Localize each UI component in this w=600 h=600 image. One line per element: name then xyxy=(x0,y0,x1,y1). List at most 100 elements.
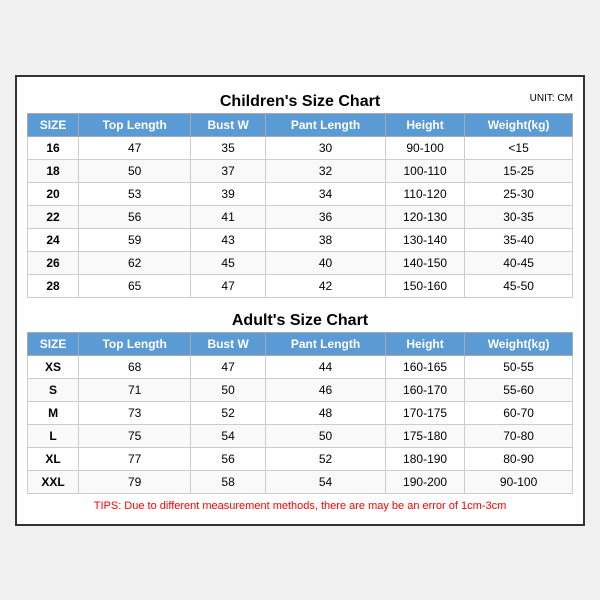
table-cell: 52 xyxy=(266,447,386,470)
table-cell: 180-190 xyxy=(385,447,464,470)
table-cell: 30-35 xyxy=(465,205,573,228)
table-cell: 48 xyxy=(266,401,386,424)
table-cell: XL xyxy=(28,447,79,470)
table-row: 22564136120-13030-35 xyxy=(28,205,573,228)
children-title-text: Children's Size Chart xyxy=(220,93,380,110)
table-row: 20533934110-12025-30 xyxy=(28,182,573,205)
table-cell: 50 xyxy=(191,378,266,401)
table-cell: 71 xyxy=(79,378,191,401)
table-cell: 26 xyxy=(28,251,79,274)
table-cell: 80-90 xyxy=(465,447,573,470)
table-cell: 100-110 xyxy=(385,159,464,182)
table-row: 24594338130-14035-40 xyxy=(28,228,573,251)
table-cell: 140-150 xyxy=(385,251,464,274)
table-cell: 50 xyxy=(79,159,191,182)
table-cell: 40-45 xyxy=(465,251,573,274)
children-col-bust-w: Bust W xyxy=(191,113,266,136)
table-cell: 68 xyxy=(79,355,191,378)
table-cell: 24 xyxy=(28,228,79,251)
table-cell: 59 xyxy=(79,228,191,251)
table-row: XS684744160-16550-55 xyxy=(28,355,573,378)
table-cell: 50 xyxy=(266,424,386,447)
table-cell: 120-130 xyxy=(385,205,464,228)
table-cell: 45-50 xyxy=(465,274,573,297)
table-cell: 60-70 xyxy=(465,401,573,424)
children-col-top-length: Top Length xyxy=(79,113,191,136)
table-row: 1647353090-100<15 xyxy=(28,136,573,159)
table-cell: 53 xyxy=(79,182,191,205)
table-cell: 47 xyxy=(191,274,266,297)
table-cell: 56 xyxy=(79,205,191,228)
table-cell: 22 xyxy=(28,205,79,228)
table-cell: 44 xyxy=(266,355,386,378)
children-title: Children's Size Chart UNIT: CM xyxy=(27,87,573,113)
table-cell: 47 xyxy=(79,136,191,159)
table-cell: 79 xyxy=(79,470,191,493)
unit-label: UNIT: CM xyxy=(530,93,573,104)
children-col-size: SIZE xyxy=(28,113,79,136)
adult-col-top-length: Top Length xyxy=(79,332,191,355)
tips-text: TIPS: Due to different measurement metho… xyxy=(27,494,573,514)
table-row: XXL795854190-20090-100 xyxy=(28,470,573,493)
table-cell: 56 xyxy=(191,447,266,470)
table-cell: 18 xyxy=(28,159,79,182)
table-cell: 90-100 xyxy=(465,470,573,493)
table-cell: L xyxy=(28,424,79,447)
children-table: SIZE Top Length Bust W Pant Length Heigh… xyxy=(27,113,573,298)
adult-col-weight: Weight(kg) xyxy=(465,332,573,355)
table-cell: 37 xyxy=(191,159,266,182)
table-cell: 36 xyxy=(266,205,386,228)
table-row: M735248170-17560-70 xyxy=(28,401,573,424)
table-cell: XS xyxy=(28,355,79,378)
adult-title: Adult's Size Chart xyxy=(27,306,573,332)
table-cell: 39 xyxy=(191,182,266,205)
table-cell: M xyxy=(28,401,79,424)
table-cell: 15-25 xyxy=(465,159,573,182)
table-cell: 20 xyxy=(28,182,79,205)
table-cell: 160-170 xyxy=(385,378,464,401)
table-cell: 77 xyxy=(79,447,191,470)
table-cell: 47 xyxy=(191,355,266,378)
table-cell: 58 xyxy=(191,470,266,493)
table-row: S715046160-17055-60 xyxy=(28,378,573,401)
table-cell: 62 xyxy=(79,251,191,274)
table-cell: 43 xyxy=(191,228,266,251)
adult-col-bust-w: Bust W xyxy=(191,332,266,355)
table-cell: 30 xyxy=(266,136,386,159)
table-cell: 54 xyxy=(266,470,386,493)
table-cell: 73 xyxy=(79,401,191,424)
adult-title-text: Adult's Size Chart xyxy=(232,312,368,329)
table-cell: 34 xyxy=(266,182,386,205)
table-cell: 45 xyxy=(191,251,266,274)
adult-col-size: SIZE xyxy=(28,332,79,355)
table-cell: 42 xyxy=(266,274,386,297)
table-cell: 50-55 xyxy=(465,355,573,378)
chart-container: Children's Size Chart UNIT: CM SIZE Top … xyxy=(15,75,585,526)
adult-col-pant-length: Pant Length xyxy=(266,332,386,355)
adult-header-row: SIZE Top Length Bust W Pant Length Heigh… xyxy=(28,332,573,355)
children-col-pant-length: Pant Length xyxy=(266,113,386,136)
table-row: XL775652180-19080-90 xyxy=(28,447,573,470)
table-cell: 160-165 xyxy=(385,355,464,378)
table-cell: 175-180 xyxy=(385,424,464,447)
adult-col-height: Height xyxy=(385,332,464,355)
table-row: 26624540140-15040-45 xyxy=(28,251,573,274)
table-cell: 150-160 xyxy=(385,274,464,297)
table-cell: 32 xyxy=(266,159,386,182)
table-row: 28654742150-16045-50 xyxy=(28,274,573,297)
table-cell: 190-200 xyxy=(385,470,464,493)
children-col-weight: Weight(kg) xyxy=(465,113,573,136)
table-row: L755450175-18070-80 xyxy=(28,424,573,447)
table-cell: 54 xyxy=(191,424,266,447)
children-header-row: SIZE Top Length Bust W Pant Length Heigh… xyxy=(28,113,573,136)
adult-table: SIZE Top Length Bust W Pant Length Heigh… xyxy=(27,332,573,494)
table-cell: 28 xyxy=(28,274,79,297)
table-cell: 38 xyxy=(266,228,386,251)
table-cell: 16 xyxy=(28,136,79,159)
table-cell: XXL xyxy=(28,470,79,493)
table-cell: 170-175 xyxy=(385,401,464,424)
table-cell: 46 xyxy=(266,378,386,401)
table-cell: 75 xyxy=(79,424,191,447)
table-cell: 90-100 xyxy=(385,136,464,159)
children-col-height: Height xyxy=(385,113,464,136)
